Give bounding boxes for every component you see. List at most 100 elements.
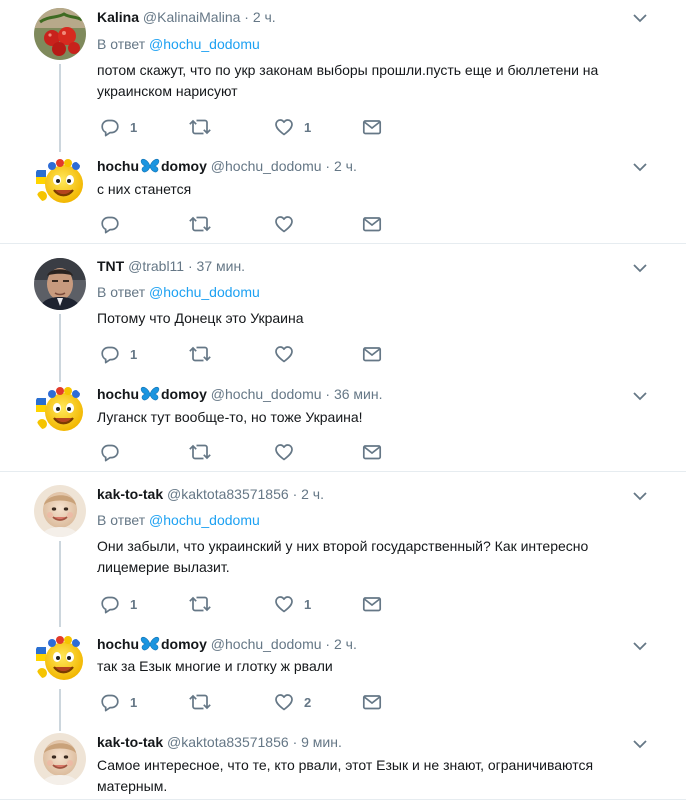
retweet-icon (188, 692, 212, 712)
reply-icon (100, 442, 120, 462)
reply-count: 1 (130, 119, 138, 135)
reply-count: 1 (130, 346, 138, 362)
tweet-text: Самое интересное, что те, кто рвали, это… (97, 757, 594, 794)
display-name[interactable]: kak-to-tak (97, 734, 163, 750)
avatar[interactable] (34, 384, 86, 436)
timestamp[interactable]: · 2 ч. (325, 636, 356, 652)
direct-message-button[interactable] (362, 344, 382, 364)
retweet-button[interactable] (188, 344, 212, 364)
like-icon (274, 442, 294, 462)
retweet-button[interactable] (188, 117, 212, 137)
like-button[interactable] (274, 344, 294, 364)
retweet-icon (188, 214, 212, 234)
username[interactable]: @hochu_dodomu (211, 636, 322, 652)
conversation-separator (0, 243, 686, 244)
retweet-button[interactable] (188, 692, 212, 712)
tweet-header: Kalina @KalinaiMalina · 2 ч. (97, 8, 276, 26)
thread-line (59, 689, 61, 731)
reply-button[interactable] (100, 442, 120, 462)
avatar[interactable] (34, 156, 86, 208)
tweet-actions (100, 442, 400, 462)
display-name[interactable]: hochu domoy (97, 636, 207, 652)
reply-mention-link[interactable]: @hochu_dodomu (149, 36, 260, 52)
tweet-header: hochu domoy @hochu_dodomu · 2 ч. (97, 635, 357, 653)
like-button[interactable]: 1 (274, 117, 311, 137)
avatar[interactable] (34, 8, 86, 60)
timestamp[interactable]: · 36 мин. (325, 386, 382, 402)
chevron-down-icon[interactable] (632, 161, 648, 173)
like-button[interactable]: 2 (274, 692, 311, 712)
chevron-down-icon[interactable] (632, 390, 648, 402)
direct-message-button[interactable] (362, 214, 382, 234)
tweet-actions: 1 1 (100, 594, 400, 614)
timestamp[interactable]: · 2 ч. (244, 9, 275, 25)
username[interactable]: @hochu_dodomu (211, 386, 322, 402)
tweet-actions: 1 2 (100, 692, 400, 712)
like-button[interactable]: 1 (274, 594, 311, 614)
avatar[interactable] (34, 733, 86, 785)
direct-message-icon (362, 442, 382, 462)
chevron-down-icon[interactable] (632, 262, 648, 274)
like-button[interactable] (274, 214, 294, 234)
like-count: 1 (304, 119, 312, 135)
reply-count: 1 (130, 694, 138, 710)
chevron-down-icon[interactable] (632, 640, 648, 652)
username[interactable]: @trabl11 (128, 258, 184, 274)
username[interactable]: @KalinaiMalina (143, 9, 240, 25)
username[interactable]: @hochu_dodomu (211, 158, 322, 174)
avatar[interactable] (34, 485, 86, 537)
direct-message-button[interactable] (362, 442, 382, 462)
timestamp[interactable]: · 2 ч. (293, 486, 324, 502)
chevron-down-icon[interactable] (632, 490, 648, 502)
chevron-down-icon[interactable] (632, 12, 648, 24)
tweet-text: потом скажут, что по укр законам выборы … (97, 62, 599, 99)
timestamp[interactable]: · 2 ч. (325, 158, 356, 174)
tweet-text: Они забыли, что украинский у них второй … (97, 538, 589, 575)
reply-context: В ответ @hochu_dodomu (97, 35, 260, 53)
retweet-icon (188, 594, 212, 614)
reply-button[interactable]: 1 (100, 344, 137, 364)
reply-prefix: В ответ (97, 36, 146, 52)
reply-prefix: В ответ (97, 284, 146, 300)
butterfly-icon (140, 386, 160, 402)
direct-message-icon (362, 117, 382, 137)
like-button[interactable] (274, 442, 294, 462)
direct-message-button[interactable] (362, 594, 382, 614)
username[interactable]: @kaktota83571856 (167, 734, 289, 750)
reply-icon (100, 692, 120, 712)
retweet-button[interactable] (188, 442, 212, 462)
like-icon (274, 594, 294, 614)
reply-button[interactable] (100, 214, 120, 234)
avatar[interactable] (34, 633, 86, 685)
direct-message-button[interactable] (362, 117, 382, 137)
display-name[interactable]: hochu domoy (97, 158, 207, 174)
retweet-icon (188, 442, 212, 462)
tweet-header: kak-to-tak @kaktota83571856 · 2 ч. (97, 485, 324, 503)
retweet-button[interactable] (188, 594, 212, 614)
timestamp[interactable]: · 9 мин. (293, 734, 342, 750)
chevron-down-icon[interactable] (632, 738, 648, 750)
display-name[interactable]: Kalina (97, 9, 139, 25)
retweet-button[interactable] (188, 214, 212, 234)
like-icon (274, 344, 294, 364)
tweet-header: TNT @trabl11 · 37 мин. (97, 257, 245, 275)
reply-icon (100, 214, 120, 234)
username[interactable]: @kaktota83571856 (167, 486, 289, 502)
reply-icon (100, 594, 120, 614)
display-name[interactable]: hochu domoy (97, 386, 207, 402)
display-name[interactable]: TNT (97, 258, 124, 274)
direct-message-icon (362, 692, 382, 712)
timestamp[interactable]: · 37 мин. (188, 258, 245, 274)
direct-message-button[interactable] (362, 692, 382, 712)
avatar[interactable] (34, 258, 86, 310)
reply-button[interactable]: 1 (100, 594, 137, 614)
reply-button[interactable]: 1 (100, 692, 137, 712)
display-name[interactable]: kak-to-tak (97, 486, 163, 502)
like-count: 2 (304, 694, 312, 710)
reply-mention-link[interactable]: @hochu_dodomu (149, 284, 260, 300)
reply-icon (100, 117, 120, 137)
reply-mention-link[interactable]: @hochu_dodomu (149, 512, 260, 528)
reply-button[interactable]: 1 (100, 117, 137, 137)
tweet-header: hochu domoy @hochu_dodomu · 2 ч. (97, 157, 357, 175)
tweet-header: kak-to-tak @kaktota83571856 · 9 мин. (97, 733, 342, 751)
